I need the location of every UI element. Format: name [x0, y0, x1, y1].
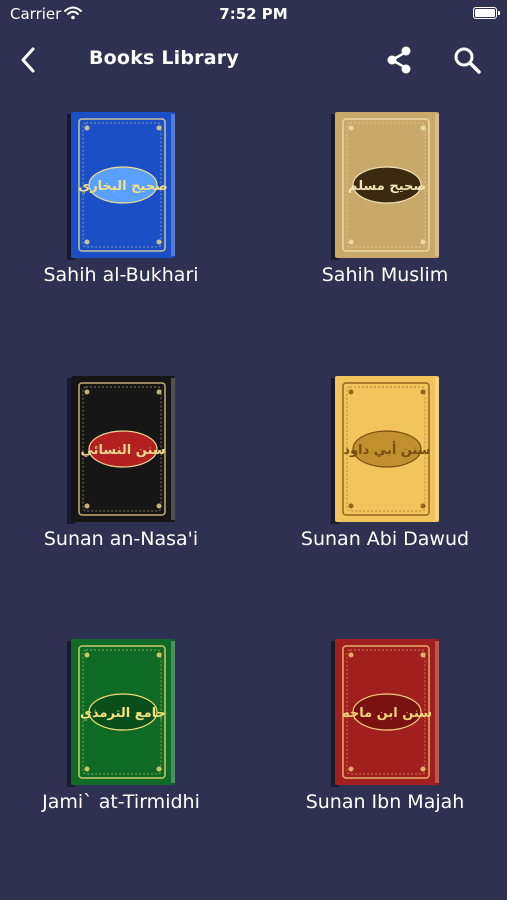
book-title: Sahih Muslim: [321, 264, 449, 286]
book-corner-ornament: [420, 766, 426, 772]
book-corner-ornament: [420, 239, 426, 245]
book-corner-ornament: [84, 239, 90, 245]
book-corner-ornament: [84, 389, 90, 395]
book-corner-ornament: [348, 125, 354, 131]
book-corner-ornament: [84, 652, 90, 658]
book-corner-ornament: [420, 389, 426, 395]
book-page-edge: [435, 641, 439, 783]
book-cover-image: سنن ابن ماجه: [331, 639, 439, 787]
book-corner-ornament: [348, 389, 354, 395]
book-corner-ornament: [156, 503, 162, 509]
book-cover-image: صحيح مسلم: [331, 112, 439, 260]
book-corner-ornament: [84, 766, 90, 772]
book-corner-ornament: [156, 239, 162, 245]
book-title: Sunan Abi Dawud: [300, 528, 470, 550]
book-cover-image: صحيح البخاري: [67, 112, 175, 260]
book-item-sunan-abi-dawud[interactable]: سنن أبي داود Sunan Abi Dawud: [285, 376, 485, 576]
book-arabic-title: سنن ابن ماجه: [342, 706, 432, 721]
book-item-jami-at-tirmidhi[interactable]: جامع الترمذي Jami` at-Tirmidhi: [21, 639, 221, 839]
book-corner-ornament: [348, 239, 354, 245]
book-corner-ornament: [84, 125, 90, 131]
book-title: Sunan Ibn Majah: [305, 791, 465, 813]
book-corner-ornament: [348, 766, 354, 772]
book-arabic-title: صحيح البخاري: [78, 179, 167, 194]
book-corner-ornament: [156, 389, 162, 395]
book-corner-ornament: [420, 125, 426, 131]
book-item-sunan-ibn-majah[interactable]: سنن ابن ماجه Sunan Ibn Majah: [285, 639, 485, 839]
book-corner-ornament: [348, 503, 354, 509]
book-corner-ornament: [348, 652, 354, 658]
book-item-sunan-an-nasai[interactable]: سنن النسائي Sunan an-Nasa'i: [21, 376, 221, 576]
books-grid: صحيح البخاري Sahih al-Bukhari صحيح مسلم …: [0, 0, 507, 900]
book-title: Sahih al-Bukhari: [43, 264, 199, 286]
book-item-sahih-al-bukhari[interactable]: صحيح البخاري Sahih al-Bukhari: [21, 112, 221, 312]
book-page-edge: [171, 641, 175, 783]
book-cover-image: سنن النسائي: [67, 376, 175, 524]
book-page-edge: [435, 114, 439, 256]
book-cover-image: جامع الترمذي: [67, 639, 175, 787]
book-page-edge: [435, 378, 439, 520]
book-cover-image: سنن أبي داود: [331, 376, 439, 524]
book-page-edge: [171, 114, 175, 256]
book-item-sahih-muslim[interactable]: صحيح مسلم Sahih Muslim: [285, 112, 485, 312]
book-page-edge: [171, 378, 175, 520]
book-corner-ornament: [84, 503, 90, 509]
book-arabic-title: صحيح مسلم: [348, 179, 426, 194]
book-corner-ornament: [156, 125, 162, 131]
book-arabic-title: سنن أبي داود: [343, 441, 430, 458]
book-corner-ornament: [156, 766, 162, 772]
book-corner-ornament: [420, 652, 426, 658]
book-corner-ornament: [156, 652, 162, 658]
book-title: Jami` at-Tirmidhi: [42, 791, 200, 813]
book-arabic-title: سنن النسائي: [80, 443, 165, 458]
book-arabic-title: جامع الترمذي: [80, 706, 166, 721]
book-title: Sunan an-Nasa'i: [43, 528, 199, 550]
book-corner-ornament: [420, 503, 426, 509]
